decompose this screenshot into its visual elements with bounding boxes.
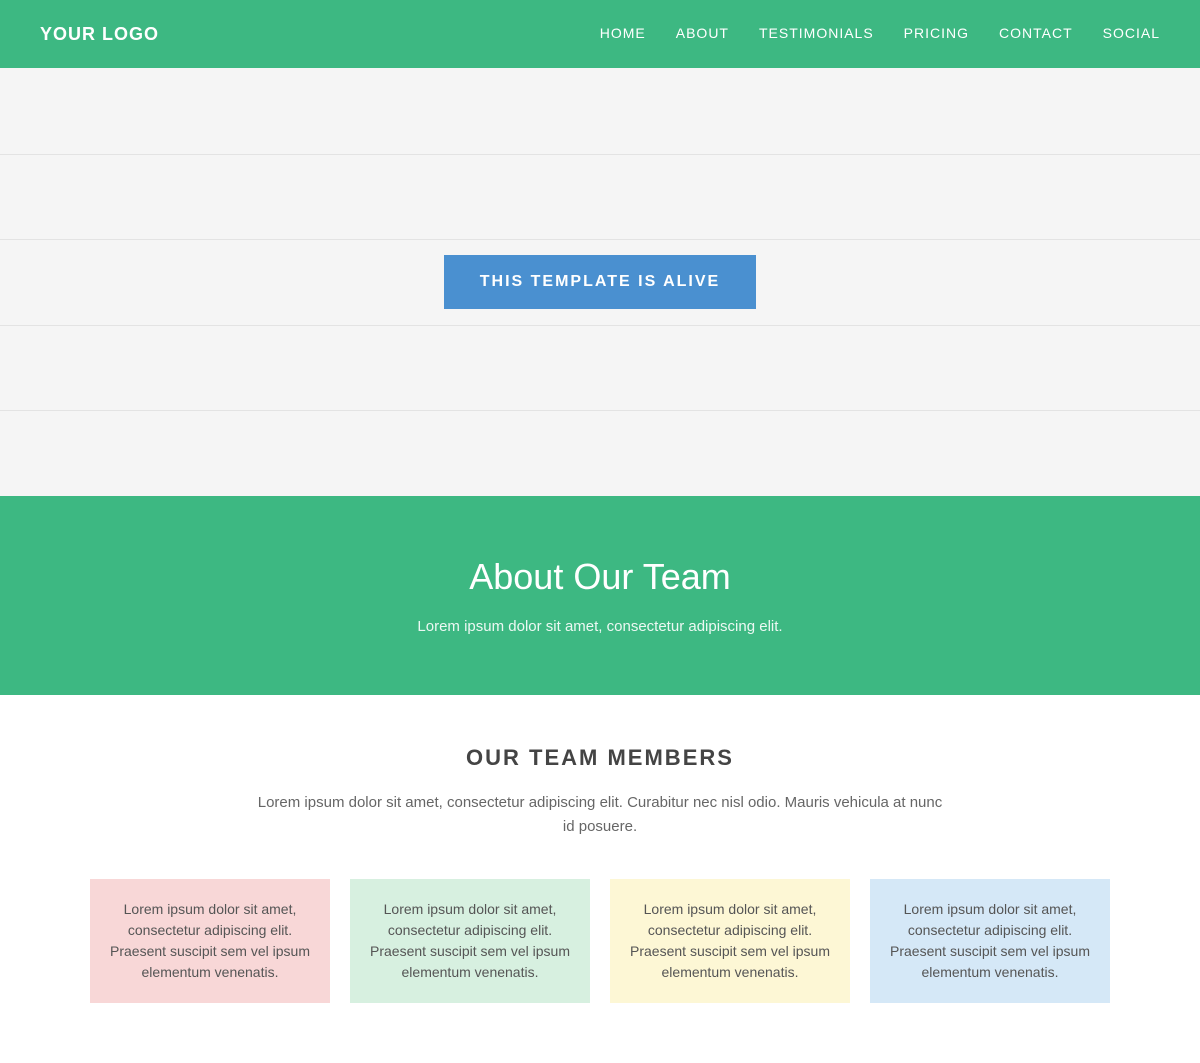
nav-item-testimonials[interactable]: TESTIMONIALS — [759, 25, 874, 43]
hero-line-1 — [0, 154, 1200, 155]
about-section: About Our Team Lorem ipsum dolor sit ame… — [0, 496, 1200, 695]
nav-links: HOME ABOUT TESTIMONIALS PRICING CONTACT … — [600, 25, 1160, 43]
about-title: About Our Team — [40, 556, 1160, 598]
team-card-2: Lorem ipsum dolor sit amet, consectetur … — [350, 879, 590, 1003]
team-card-3: Lorem ipsum dolor sit amet, consectetur … — [610, 879, 850, 1003]
nav-link-testimonials[interactable]: TESTIMONIALS — [759, 25, 874, 41]
logo: YOUR LOGO — [40, 24, 159, 45]
nav-link-contact[interactable]: CONTACT — [999, 25, 1073, 41]
team-cards-container: Lorem ipsum dolor sit amet, consectetur … — [40, 879, 1160, 1003]
nav-link-about[interactable]: ABOUT — [676, 25, 729, 41]
team-card-4: Lorem ipsum dolor sit amet, consectetur … — [870, 879, 1110, 1003]
nav-item-social[interactable]: SOCIAL — [1103, 25, 1160, 43]
team-title: OUR TEAM MEMBERS — [40, 745, 1160, 771]
nav-item-about[interactable]: ABOUT — [676, 25, 729, 43]
hero-line-2 — [0, 239, 1200, 240]
nav-item-contact[interactable]: CONTACT — [999, 25, 1073, 43]
team-description: Lorem ipsum dolor sit amet, consectetur … — [250, 791, 950, 839]
hero-line-3 — [0, 325, 1200, 326]
nav-item-home[interactable]: HOME — [600, 25, 646, 43]
nav-item-pricing[interactable]: PRICING — [904, 25, 969, 43]
navbar: YOUR LOGO HOME ABOUT TESTIMONIALS PRICIN… — [0, 0, 1200, 68]
about-subtitle: Lorem ipsum dolor sit amet, consectetur … — [40, 618, 1160, 635]
team-card-1: Lorem ipsum dolor sit amet, consectetur … — [90, 879, 330, 1003]
hero-line-4 — [0, 410, 1200, 411]
nav-link-pricing[interactable]: PRICING — [904, 25, 969, 41]
hero-section: THIS TEMPLATE IS ALIVE — [0, 68, 1200, 496]
nav-link-social[interactable]: SOCIAL — [1103, 25, 1160, 41]
team-section: OUR TEAM MEMBERS Lorem ipsum dolor sit a… — [0, 695, 1200, 1063]
nav-link-home[interactable]: HOME — [600, 25, 646, 41]
hero-cta-button[interactable]: THIS TEMPLATE IS ALIVE — [444, 255, 756, 309]
